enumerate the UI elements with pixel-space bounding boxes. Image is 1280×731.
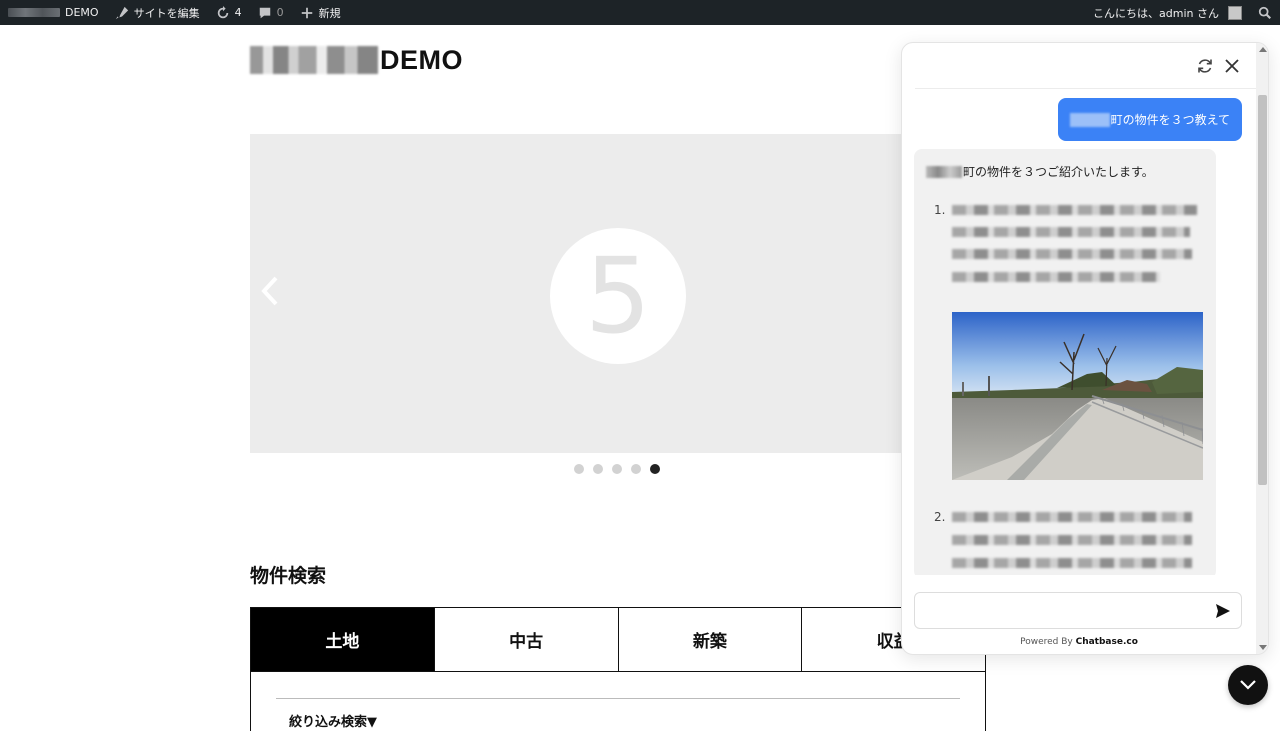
- carousel-dot-active[interactable]: [650, 464, 660, 474]
- search-title: 物件検索: [250, 565, 327, 587]
- updates-icon: [217, 5, 228, 18]
- comments-count: 0: [276, 6, 284, 19]
- admin-site-link[interactable]: DEMO: [0, 0, 107, 25]
- updates-count: 4: [234, 6, 242, 19]
- logo-redacted: [250, 46, 378, 74]
- list-number: 1.: [934, 203, 946, 217]
- redacted-text-line: [952, 535, 1192, 545]
- chat-messages[interactable]: 町の物件を３つ教えて 町の物件を３つご紹介いたします。 1. 2.: [902, 90, 1256, 575]
- place-name-redacted: [926, 165, 962, 178]
- carousel-dot[interactable]: [574, 464, 584, 474]
- redacted-text-line: [952, 205, 1197, 215]
- bot-intro-text: 町の物件を３つご紹介いたします。: [963, 165, 1154, 179]
- chevron-down-icon: [1240, 680, 1256, 690]
- carousel-dot[interactable]: [593, 464, 603, 474]
- search-panel: 絞り込み検索▼: [250, 671, 986, 731]
- site-logo[interactable]: DEMO: [250, 44, 463, 76]
- header-divider: [915, 88, 1257, 89]
- edit-site-label: サイトを編集: [133, 6, 200, 20]
- scroll-down-arrow[interactable]: [1259, 645, 1267, 650]
- search-tabs: 土地 中古 新築 収益: [250, 607, 986, 672]
- chat-toggle-button[interactable]: [1228, 665, 1268, 705]
- carousel-dot[interactable]: [612, 464, 622, 474]
- send-icon[interactable]: [1214, 602, 1232, 620]
- redacted-text-line: [952, 249, 1192, 259]
- comments-link[interactable]: 0: [250, 0, 292, 25]
- tab-new-build[interactable]: 新築: [618, 608, 803, 671]
- scroll-up-arrow[interactable]: [1259, 47, 1267, 52]
- avatar: [1228, 5, 1242, 20]
- scroll-thumb[interactable]: [1258, 95, 1267, 485]
- user-message-text: 町の物件を３つ教えて: [1110, 113, 1230, 127]
- refresh-icon[interactable]: [1194, 55, 1216, 77]
- place-name-redacted: [1069, 112, 1110, 127]
- hero-carousel: 5: [250, 134, 902, 453]
- logo-suffix: DEMO: [380, 44, 463, 75]
- carousel-prev-button[interactable]: [258, 274, 288, 310]
- chat-header: [902, 43, 1268, 89]
- new-content-link[interactable]: 新規: [292, 0, 349, 25]
- chat-composer: [914, 592, 1242, 629]
- greeting-text: こんにちは、admin さん: [1093, 6, 1219, 20]
- chat-input[interactable]: [923, 599, 1203, 623]
- updates-link[interactable]: 4: [208, 0, 250, 25]
- redacted-text-line: [952, 227, 1190, 237]
- filter-toggle[interactable]: 絞り込み検索▼: [289, 711, 377, 730]
- redacted-text-line: [952, 512, 1192, 522]
- redacted-text-line: [952, 272, 1160, 282]
- divider: [276, 698, 960, 699]
- powered-by: Powered By Chatbase.co: [902, 637, 1256, 647]
- chat-scrollbar[interactable]: [1256, 43, 1268, 654]
- admin-bar: DEMO サイトを編集 4 0 新規 こんにちは、admin さん: [0, 0, 1280, 25]
- bot-message: 町の物件を３つご紹介いたします。 1. 2.: [914, 149, 1216, 575]
- tab-used[interactable]: 中古: [434, 608, 619, 671]
- chevron-left-icon: [261, 276, 278, 306]
- tab-land[interactable]: 土地: [251, 608, 435, 671]
- brush-icon: [115, 6, 128, 19]
- new-label: 新規: [318, 6, 341, 20]
- chat-widget: 町の物件を３つ教えて 町の物件を３つご紹介いたします。 1. 2. Powere…: [901, 42, 1269, 655]
- property-photo[interactable]: [952, 312, 1203, 480]
- powered-brand-link[interactable]: Chatbase.co: [1076, 637, 1138, 647]
- slide-placeholder-circle: 5: [550, 228, 686, 364]
- edit-site-link[interactable]: サイトを編集: [107, 0, 208, 25]
- redacted-text-line: [952, 558, 1192, 568]
- carousel-dots: [574, 464, 660, 474]
- carousel-dot[interactable]: [631, 464, 641, 474]
- bot-intro: 町の物件を３つご紹介いたします。: [926, 163, 1204, 180]
- user-message: 町の物件を３つ教えて: [1057, 98, 1242, 141]
- slide-number: 5: [584, 235, 652, 357]
- search-icon: [1258, 6, 1272, 19]
- plus-icon: [301, 7, 312, 18]
- account-menu[interactable]: こんにちは、admin さん: [1085, 0, 1250, 25]
- site-name-redacted: [8, 8, 60, 17]
- admin-site-suffix: DEMO: [65, 6, 99, 19]
- comment-icon: [259, 7, 270, 18]
- powered-prefix: Powered By: [1020, 637, 1076, 647]
- admin-search-button[interactable]: [1250, 0, 1280, 25]
- property-photo-image: [952, 312, 1203, 480]
- close-icon[interactable]: [1221, 55, 1243, 77]
- list-number: 2.: [934, 510, 946, 524]
